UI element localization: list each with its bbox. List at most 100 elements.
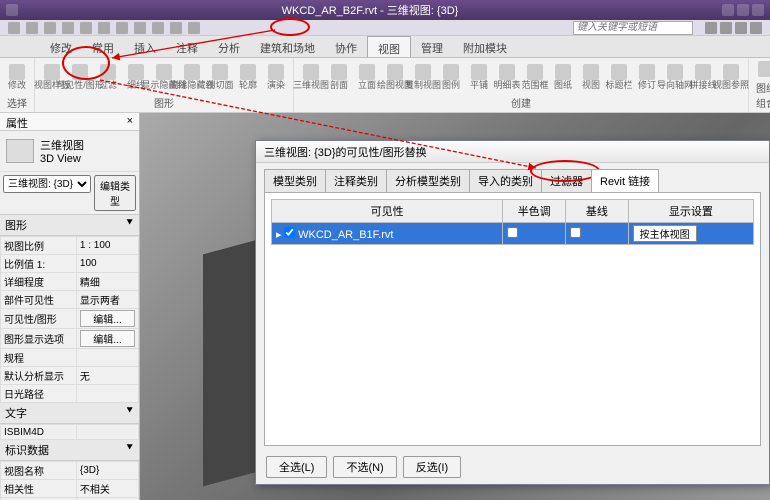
- dialog-button[interactable]: 反选(I): [403, 456, 461, 478]
- ribbon-btn-平铺[interactable]: 平铺: [466, 60, 492, 94]
- tab-常用[interactable]: 常用: [82, 36, 124, 57]
- search-input[interactable]: [573, 21, 693, 35]
- app-icon[interactable]: [6, 4, 18, 16]
- ribbon-btn-标题栏[interactable]: 标题栏: [606, 60, 632, 94]
- info-icon[interactable]: [720, 22, 732, 34]
- dialog-tab-1[interactable]: 注释类别: [325, 169, 387, 192]
- qat-misc2-icon[interactable]: [116, 22, 128, 34]
- props-row[interactable]: 视图比例1 : 100: [1, 237, 139, 255]
- qat-misc5-icon[interactable]: [170, 22, 182, 34]
- ribbon-btn-图例[interactable]: 图例: [438, 60, 464, 94]
- ribbon-group-创建: 三维视图剖面立面绘图视图复制视图图例平铺明细表范围框图纸视图标题栏修订导向轴网拼…: [294, 58, 749, 112]
- dialog-button[interactable]: 全选(L): [266, 456, 327, 478]
- ribbon-btn-删除隐藏线[interactable]: 删除隐藏线: [179, 60, 205, 94]
- props-label: 相关性: [1, 480, 77, 498]
- qat-misc-icon[interactable]: [98, 22, 110, 34]
- row-visibility-checkbox[interactable]: [284, 227, 295, 238]
- ribbon-btn-复制视图[interactable]: 复制视图: [410, 60, 436, 94]
- ribbon-btn-演染[interactable]: 演染: [263, 60, 289, 94]
- props-row[interactable]: 规程: [1, 349, 139, 367]
- maximize-button[interactable]: [737, 4, 749, 16]
- ribbon-btn-修改[interactable]: 修改: [4, 60, 30, 94]
- ribbon-btn-视图参照[interactable]: 视图参照: [718, 60, 744, 94]
- ribbon-btn-视图[interactable]: 视图: [578, 60, 604, 94]
- row-halftone-checkbox[interactable]: [507, 227, 518, 238]
- props-row[interactable]: 图形显示选项编辑...: [1, 329, 139, 349]
- ribbon-btn-过滤[interactable]: 过滤: [95, 60, 121, 94]
- props-value[interactable]: [76, 385, 138, 403]
- qat-redo-icon[interactable]: [62, 22, 74, 34]
- ribbon-btn-轮廓[interactable]: 轮廓: [235, 60, 261, 94]
- tab-协作[interactable]: 协作: [325, 36, 367, 57]
- props-value[interactable]: 1 : 100: [76, 237, 138, 255]
- props-value[interactable]: 显示两者: [76, 291, 138, 309]
- ribbon-icon: [723, 64, 739, 80]
- qat-misc6-icon[interactable]: [188, 22, 200, 34]
- properties-close-icon[interactable]: ×: [127, 115, 133, 128]
- tab-插入[interactable]: 插入: [124, 36, 166, 57]
- ribbon-btn-范围框[interactable]: 范围框: [522, 60, 548, 94]
- tab-分析[interactable]: 分析: [208, 36, 250, 57]
- props-row[interactable]: 详细程度精细: [1, 273, 139, 291]
- minimize-button[interactable]: [722, 4, 734, 16]
- props-row[interactable]: 视图名称{3D}: [1, 462, 139, 480]
- props-value[interactable]: 编辑...: [76, 329, 138, 349]
- props-value[interactable]: 无: [76, 367, 138, 385]
- qat-open-icon[interactable]: [8, 22, 20, 34]
- tab-视图[interactable]: 视图: [367, 36, 411, 57]
- dialog-tab-2[interactable]: 分析模型类别: [386, 169, 470, 192]
- user-icon[interactable]: [750, 22, 762, 34]
- ribbon-btn-[interactable]: [753, 60, 770, 79]
- props-row[interactable]: 日光路径: [1, 385, 139, 403]
- qat-misc3-icon[interactable]: [134, 22, 146, 34]
- ribbon-btn-可见性/图形[interactable]: 可见性/图形: [67, 60, 93, 94]
- dialog-tab-5[interactable]: Revit 链接: [591, 169, 659, 192]
- qat-undo-icon[interactable]: [44, 22, 56, 34]
- props-value[interactable]: [76, 349, 138, 367]
- props-category[interactable]: 标识数据⯆: [0, 440, 139, 461]
- dialog-tab-0[interactable]: 模型类别: [264, 169, 326, 192]
- tab-建筑和场地[interactable]: 建筑和场地: [250, 36, 325, 57]
- qat-print-icon[interactable]: [80, 22, 92, 34]
- props-value[interactable]: [76, 425, 138, 440]
- tab-附加模块[interactable]: 附加模块: [453, 36, 517, 57]
- qat-save-icon[interactable]: [26, 22, 38, 34]
- dialog-tab-3[interactable]: 导入的类别: [469, 169, 542, 192]
- ribbon-btn-剖切面[interactable]: 剖切面: [207, 60, 233, 94]
- tab-管理[interactable]: 管理: [411, 36, 453, 57]
- props-row[interactable]: 相关性不相关: [1, 480, 139, 498]
- close-button[interactable]: [752, 4, 764, 16]
- qat-misc4-icon[interactable]: [152, 22, 164, 34]
- props-row[interactable]: ISBIM4D: [1, 425, 139, 440]
- props-value[interactable]: {3D}: [76, 462, 138, 480]
- ribbon-btn-三维视图[interactable]: 三维视图: [298, 60, 324, 94]
- ribbon-btn-剖面[interactable]: 剖面: [326, 60, 352, 94]
- tab-修改[interactable]: 修改: [40, 36, 82, 57]
- row-display-button[interactable]: 按主体视图: [633, 225, 697, 242]
- props-value[interactable]: 精细: [76, 273, 138, 291]
- props-value[interactable]: 编辑...: [76, 309, 138, 329]
- props-category[interactable]: 文字⯆: [0, 403, 139, 424]
- visibility-table: 可见性半色调基线显示设置 ▸ WKCD_AR_B1F.rvt 按主体视图: [271, 199, 754, 245]
- help-icon[interactable]: [705, 22, 717, 34]
- instance-selector[interactable]: 三维视图: {3D}: [3, 175, 91, 193]
- props-value[interactable]: 100: [76, 255, 138, 273]
- row-underlay-checkbox[interactable]: [570, 227, 581, 238]
- star-icon[interactable]: [735, 22, 747, 34]
- type-selector[interactable]: 三维视图 3D View: [0, 131, 139, 172]
- props-row[interactable]: 比例值 1:100: [1, 255, 139, 273]
- ribbon-btn-明细表[interactable]: 明细表: [494, 60, 520, 94]
- ribbon-btn-图纸[interactable]: 图纸: [550, 60, 576, 94]
- dialog-button[interactable]: 不选(N): [333, 456, 396, 478]
- table-row[interactable]: ▸ WKCD_AR_B1F.rvt 按主体视图: [272, 223, 754, 245]
- ribbon-btn-导向轴网[interactable]: 导向轴网: [662, 60, 688, 94]
- edit-type-button[interactable]: 编辑类型: [94, 175, 136, 211]
- expand-icon[interactable]: ▸: [276, 229, 282, 241]
- props-row[interactable]: 默认分析显示无: [1, 367, 139, 385]
- dialog-tab-4[interactable]: 过滤器: [541, 169, 592, 192]
- props-row[interactable]: 可见性/图形编辑...: [1, 309, 139, 329]
- props-category[interactable]: 图形⯆: [0, 215, 139, 236]
- tab-注释[interactable]: 注释: [166, 36, 208, 57]
- props-row[interactable]: 部件可见性显示两者: [1, 291, 139, 309]
- props-value[interactable]: 不相关: [76, 480, 138, 498]
